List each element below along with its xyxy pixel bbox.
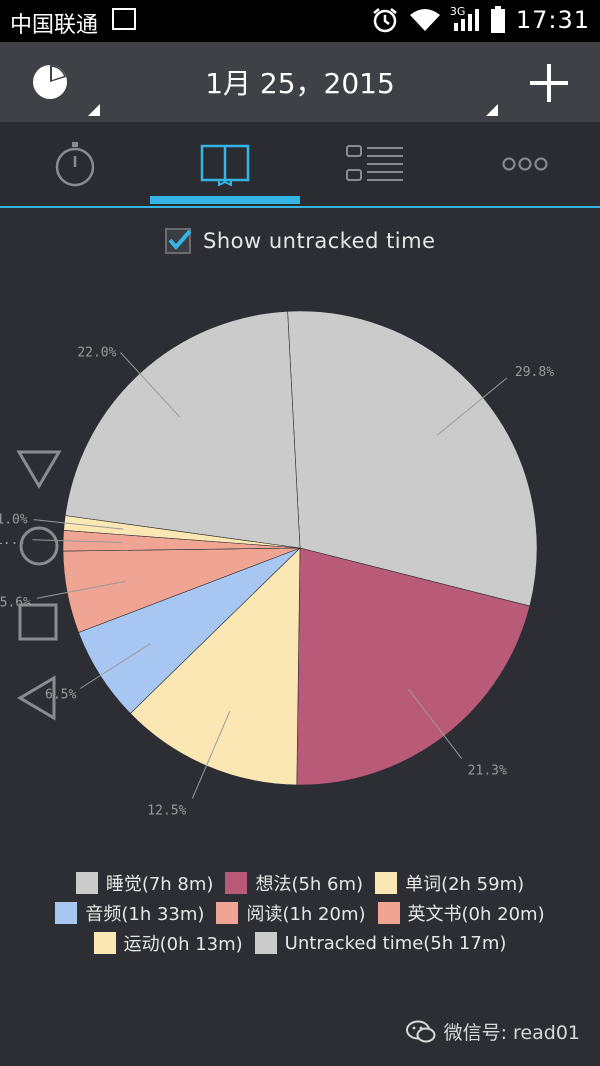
wechat-watermark: 微信号: read01 [405,1018,580,1045]
carrier-label: 中国联通 [10,13,99,38]
legend-swatch [93,932,116,954]
legend-row: 音频(1h 33m) 阅读(1h 20m) 英文书(0h 20m) [0,898,600,928]
legend-row: 运动(0h 13m) Untracked time(5h 17m) [0,928,600,958]
legend-item: 睡觉(7h 8m) [75,870,214,896]
plus-icon[interactable] [528,62,570,104]
left-triangle-icon[interactable] [17,675,56,721]
alarm-icon [373,8,397,33]
legend-label: 睡觉(7h 8m) [105,874,214,895]
slice-percent-label: 22.0% [77,345,116,360]
legend-swatch [375,872,398,894]
legend-item: 单词(2h 59m) [375,870,524,896]
legend-label: 运动(0h 13m) [123,934,243,955]
home-circle-icon[interactable] [19,526,59,566]
legend-swatch [55,902,78,924]
pie-chart: 29.8%21.3%12.5%6.5%5.6%1...1.0%22.0% [0,310,554,818]
checkmark-icon [168,229,192,251]
status-bar: 中国联通 3G 17:31 [0,0,600,42]
more-icon [502,157,548,171]
stopwatch-icon [55,142,95,187]
clock: 17:31 [515,6,590,34]
date-selector[interactable]: 1月 25，2015 [150,62,450,102]
show-untracked-label: Show untracked time [203,229,436,253]
legend-label: 阅读(1h 20m) [246,904,366,925]
book-icon [200,144,250,186]
pie-chart-icon[interactable] [30,62,70,102]
tab-bar [0,122,600,208]
legend-label: 英文书(0h 20m) [407,904,545,925]
slice-percent-label: 12.5% [147,803,186,818]
tab-timer[interactable] [0,122,150,206]
legend-row: 睡觉(7h 8m) 想法(5h 6m) 单词(2h 59m) [0,868,600,898]
chart-legend: 睡觉(7h 8m) 想法(5h 6m) 单词(2h 59m) 音频(1h 33m) 阅读… [0,868,600,958]
recent-square-icon[interactable] [18,603,58,641]
floating-nav [16,450,62,721]
legend-item: 英文书(0h 20m) [377,900,545,926]
slice-percent-label: 21.3% [468,764,507,779]
legend-item: 音频(1h 33m) [55,900,204,926]
show-untracked-checkbox[interactable] [165,228,192,254]
slice-percent-label: 29.8% [515,365,554,380]
image-notification-icon [112,8,136,30]
active-tab-indicator [150,196,300,204]
tab-list[interactable] [300,122,450,206]
signal-indicator: 3G [449,5,480,33]
legend-label: 想法(5h 6m) [255,874,364,895]
network-type-label: 3G [449,5,466,18]
chart-menu-corner-icon [88,104,100,116]
tab-book[interactable] [150,122,300,206]
legend-item: 运动(0h 13m) [93,930,243,956]
list-icon [346,145,403,181]
legend-label: Untracked time(5h 17m) [284,932,507,954]
legend-swatch [75,872,98,894]
status-icons: 3G 17:31 [372,5,590,34]
date-menu-corner-icon [486,104,498,116]
wifi-icon [409,9,440,31]
legend-swatch [377,902,400,924]
legend-item: 阅读(1h 20m) [216,900,366,926]
back-triangle-icon[interactable] [16,450,62,489]
tab-more[interactable] [450,122,600,206]
toolbar: 1月 25，2015 [0,42,600,122]
legend-swatch [216,902,239,924]
legend-item: 想法(5h 6m) [225,870,363,896]
wechat-icon [405,1020,436,1042]
legend-swatch [225,872,248,894]
wechat-id-text: 微信号: read01 [443,1022,580,1044]
legend-swatch [254,932,277,954]
battery-icon [490,6,505,33]
legend-item: Untracked time(5h 17m) [254,932,507,954]
show-untracked-toggle[interactable]: Show untracked time [165,226,436,256]
legend-label: 单词(2h 59m) [405,874,525,895]
legend-label: 音频(1h 33m) [85,904,205,925]
